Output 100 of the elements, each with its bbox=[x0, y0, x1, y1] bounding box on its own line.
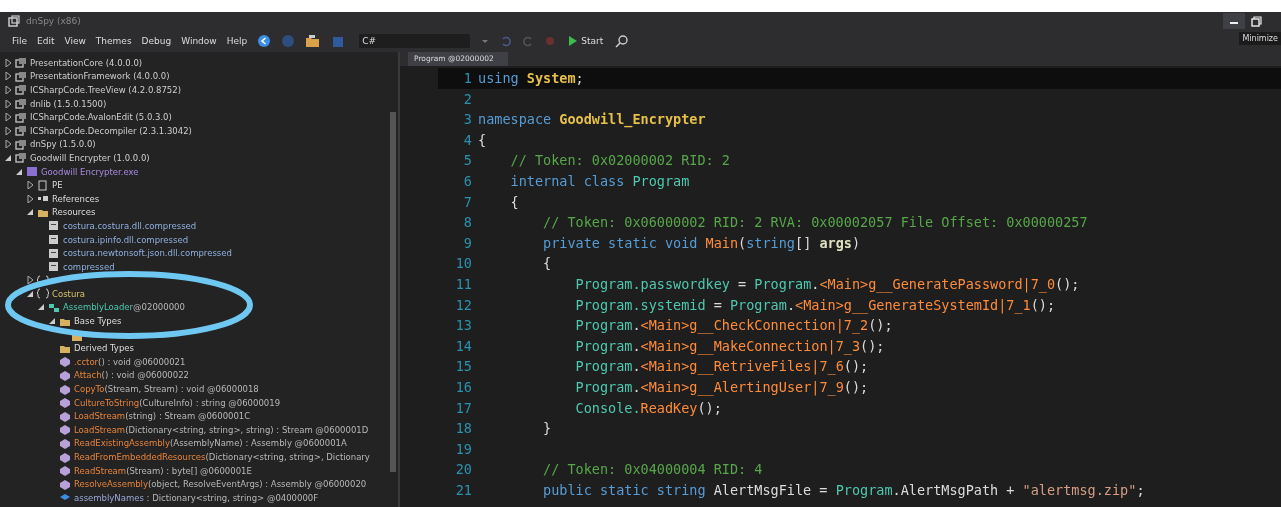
assembly-icon bbox=[15, 111, 27, 123]
method-icon bbox=[59, 369, 71, 381]
tree-item[interactable]: PE bbox=[52, 180, 63, 191]
type-text: Program bbox=[575, 377, 633, 397]
app-icon bbox=[8, 15, 20, 27]
collapsed-arrow-icon[interactable] bbox=[4, 126, 12, 135]
menu-item[interactable]: Debug bbox=[141, 36, 172, 46]
code-text: (); bbox=[843, 357, 869, 377]
code-text: (); bbox=[1055, 274, 1080, 292]
collapsed-arrow-icon[interactable] bbox=[26, 276, 34, 285]
tree-item[interactable]: assemblyNames : Dictionary<string, string> @0400000F bbox=[74, 492, 319, 503]
code-text: { bbox=[478, 130, 487, 150]
tree-item[interactable]: ReadFromEmbeddedResources(Dictionary<string, string>, Dictionary bbox=[74, 452, 370, 462]
code-text: (); bbox=[1030, 295, 1056, 315]
tree-item[interactable]: Derived Types bbox=[74, 343, 134, 354]
tree-item[interactable]: LoadStream(string) : Stream @0600001C bbox=[74, 411, 251, 422]
tree-item[interactable]: costura.costura.dll.compressed bbox=[63, 220, 197, 231]
comment-text: // Token: 0x04000004 RID: 4 bbox=[543, 460, 763, 480]
assembly-icon bbox=[15, 138, 27, 150]
scrollbar[interactable] bbox=[390, 112, 396, 472]
code-text: . bbox=[786, 295, 795, 315]
line-number: 1 bbox=[462, 69, 473, 88]
type-text: Program bbox=[575, 316, 633, 336]
start-button[interactable]: Start bbox=[566, 36, 606, 46]
tree-item[interactable]: Goodwill Encrypter.exe bbox=[41, 166, 139, 177]
tree-item[interactable]: ReadStream(Stream) : byte[] @0600001E bbox=[74, 465, 252, 476]
tree-item[interactable]: costura.ipinfo.dll.compressed bbox=[63, 234, 189, 245]
folder-icon[interactable] bbox=[305, 34, 322, 48]
assembly-icon bbox=[15, 57, 27, 69]
collapsed-arrow-icon[interactable] bbox=[4, 113, 12, 122]
tree-item[interactable]: CultureToString(CultureInfo) : string @06000019 bbox=[74, 397, 281, 408]
menu-item[interactable]: Help bbox=[226, 36, 248, 46]
tree-item[interactable]: Base Types bbox=[74, 316, 122, 327]
tree-item[interactable]: ICSharpCode.TreeView (4.2.0.8752) bbox=[30, 85, 181, 95]
method-text: <Main>g__GenerateSystemId|7_1 bbox=[795, 295, 1031, 316]
menu-item[interactable]: Window bbox=[181, 36, 217, 46]
assembly-icon bbox=[15, 70, 27, 82]
tree-item[interactable]: AssemblyLoader@02000000 bbox=[63, 302, 185, 313]
back-icon[interactable] bbox=[257, 34, 272, 48]
tree-item[interactable]: ReadExistingAssembly(AssemblyName) : Assembly @0600001A bbox=[74, 438, 347, 449]
method-text: <Main>g__AlertingUser|7_9 bbox=[640, 377, 844, 398]
menu-item[interactable]: Themes bbox=[95, 36, 132, 46]
tree-item[interactable]: Costura bbox=[52, 288, 85, 299]
tree-item[interactable]: ResolveAssembly(object, ResolveEventArgs) : Assembly @06000020 bbox=[74, 479, 367, 490]
line-number: 4 bbox=[462, 130, 473, 150]
tree-item[interactable]: costura.newtonsoft.json.dll.compressed bbox=[63, 248, 232, 259]
tree-item[interactable]: PresentationCore (4.0.0.0) bbox=[30, 57, 143, 68]
expanded-arrow-icon[interactable] bbox=[4, 153, 12, 162]
module-icon bbox=[26, 166, 38, 178]
expanded-arrow-icon[interactable] bbox=[37, 303, 45, 312]
keyword-text: string bbox=[746, 233, 795, 253]
code-text: } bbox=[543, 419, 552, 439]
tree-item[interactable]: .cctor() : void @06000021 bbox=[74, 356, 186, 367]
code-text: = bbox=[737, 274, 748, 294]
search-icon[interactable] bbox=[615, 34, 630, 48]
restore-icon bbox=[1250, 15, 1262, 27]
namespace-text: Goodwill_Encrypter bbox=[559, 110, 706, 130]
expanded-arrow-icon[interactable] bbox=[48, 317, 56, 326]
collapsed-arrow-icon[interactable] bbox=[26, 194, 34, 203]
code-text: (); bbox=[860, 336, 885, 356]
code-text: [] bbox=[795, 233, 813, 253]
menu-item[interactable]: File bbox=[12, 36, 28, 46]
collapsed-arrow-icon[interactable] bbox=[4, 99, 12, 108]
menu-item[interactable]: Edit bbox=[37, 36, 55, 46]
expanded-arrow-icon[interactable] bbox=[26, 208, 34, 217]
type-text: Program bbox=[575, 357, 633, 377]
assembly-icon bbox=[15, 98, 27, 110]
expanded-arrow-icon[interactable] bbox=[15, 167, 23, 176]
line-number: 19 bbox=[454, 439, 473, 459]
tree-item[interactable]: dnlib (1.5.0.1500) bbox=[30, 98, 107, 109]
type-text: Console. bbox=[575, 398, 641, 418]
tooltip: Minimize bbox=[1239, 32, 1281, 45]
tree-item[interactable]: ICSharpCode.AvalonEdit (5.0.3.0) bbox=[30, 112, 172, 123]
menu-item[interactable]: View bbox=[64, 36, 86, 46]
tree-item[interactable]: Resources bbox=[52, 207, 96, 218]
tree-item[interactable]: LoadStream(Dictionary<string, string>, string) : Stream @0600001D bbox=[74, 424, 369, 435]
tree-item[interactable]: Goodwill Encrypter (1.0.0.0) bbox=[30, 152, 150, 163]
code-text: . bbox=[632, 316, 641, 336]
collapsed-arrow-icon[interactable] bbox=[4, 140, 12, 149]
tree-item[interactable]: ICSharpCode.Decompiler (2.3.1.3042) bbox=[30, 125, 192, 136]
code-text: ) bbox=[851, 233, 861, 253]
collapsed-arrow-icon[interactable] bbox=[4, 58, 12, 67]
minimize-button[interactable] bbox=[1223, 13, 1245, 29]
tree-item[interactable]: Attach() : void @06000022 bbox=[74, 370, 189, 381]
keyword-text: public static string bbox=[543, 480, 707, 500]
comment-text: // Token: 0x02000002 RID: 2 bbox=[510, 151, 730, 171]
collapsed-arrow-icon[interactable] bbox=[26, 181, 34, 190]
method-text: ReadKey bbox=[640, 398, 698, 418]
tree-item[interactable]: CopyTo(Stream, Stream) : void @06000018 bbox=[74, 384, 259, 395]
tree-item[interactable]: References bbox=[52, 193, 100, 204]
keyword-text: using bbox=[478, 69, 520, 88]
resource-icon bbox=[48, 261, 60, 273]
tree-item[interactable]: PresentationFramework (4.0.0.0) bbox=[30, 71, 170, 82]
collapsed-arrow-icon[interactable] bbox=[4, 86, 12, 94]
language-dropdown[interactable]: C# bbox=[359, 34, 471, 48]
tree-item[interactable]: compressed bbox=[63, 261, 115, 272]
tree-item[interactable]: dnSpy (1.5.0.0) bbox=[30, 139, 96, 150]
collapsed-arrow-icon[interactable] bbox=[4, 72, 12, 81]
expanded-arrow-icon[interactable] bbox=[26, 289, 34, 298]
play-icon bbox=[568, 36, 578, 46]
